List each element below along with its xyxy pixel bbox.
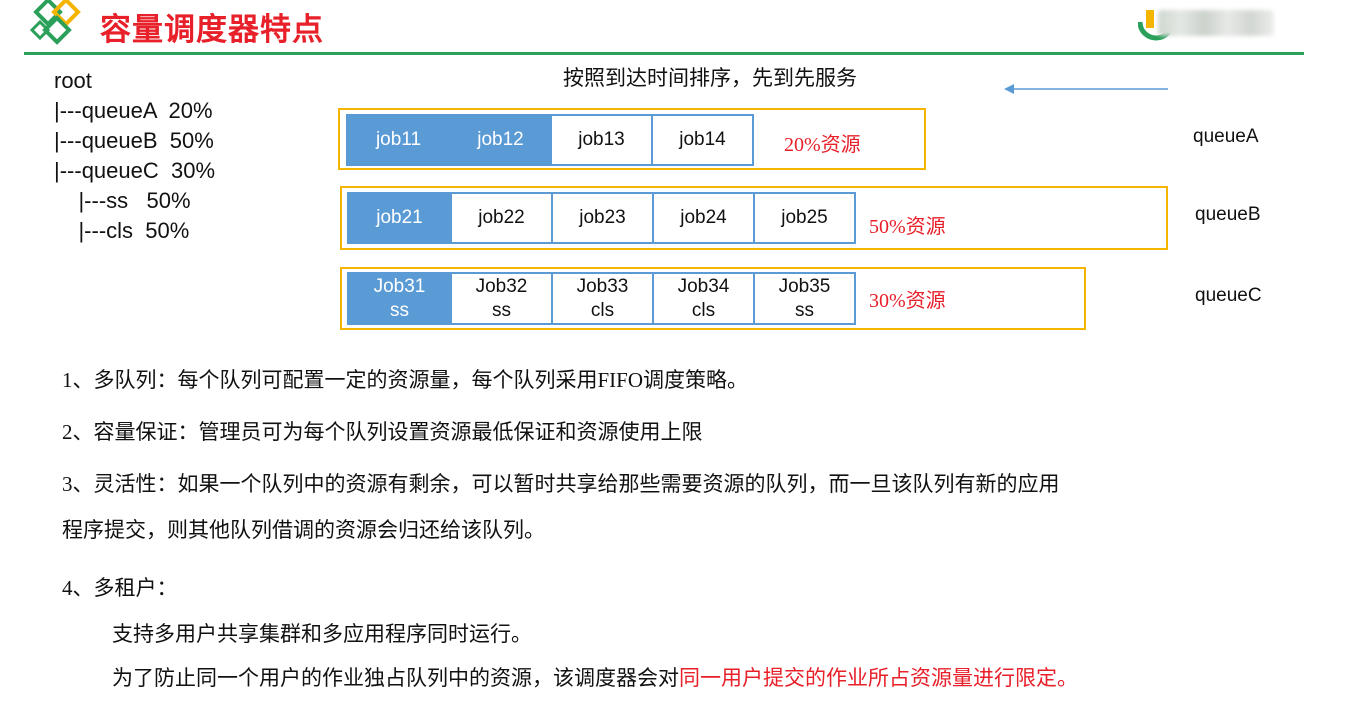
job-cell: job12 [449,116,550,164]
job-cell: job25 [753,194,854,242]
queue-c-label: queueC [1195,285,1262,306]
job-cell: job24 [652,194,753,242]
point-number: 2、 [62,420,94,444]
job-queue: ss [492,299,511,321]
job-name: job11 [375,129,422,150]
diamond-logo-icon [29,0,81,45]
job-cell: Job33 cls [551,274,652,323]
feature-point-4-sub1: 支持多用户共享集群和多应用程序同时运行。 [112,622,532,646]
left-arrow-icon [1004,84,1168,94]
queue-a-resource: 20%资源 [784,134,861,156]
brand-text-blurred [1158,10,1274,36]
job-cell: job14 [651,116,752,164]
tree-line-cls: |---cls 50% [54,218,190,243]
job-name: job21 [376,207,423,228]
job-name: job12 [477,129,524,150]
job-name: Job33 [576,275,629,297]
queue-b-jobs: job21 job22 job23 job24 job25 [347,192,856,244]
point-text-highlight: 同一用户提交的作业所占资源量进行限定。 [679,666,1078,690]
point-text: 多租户： [93,576,178,600]
job-cell: Job35 ss [753,274,854,323]
job-name: job24 [680,207,727,228]
queue-tree: root |---queueA 20% |---queueB 50% |---q… [54,66,215,246]
point-number: 4、 [62,576,94,600]
job-name: job23 [579,207,626,228]
job-cell: job23 [551,194,652,242]
point-text: 灵活性：如果一个队列中的资源有剩余，可以暂时共享给那些需要资源的队列，而一旦该队… [93,472,1060,496]
queue-c-resource: 30%资源 [869,290,946,312]
job-name: job25 [781,207,828,228]
arrival-order-caption: 按照到达时间排序，先到先服务 [563,66,857,90]
job-name: Job34 [677,275,730,297]
job-name: Job35 [778,275,831,297]
job-name: Job31 [373,275,426,297]
queue-b-resource: 50%资源 [869,216,946,238]
feature-point-1: 1、多队列：每个队列可配置一定的资源量，每个队列采用FIFO调度策略。 [62,364,748,394]
page-title: 容量调度器特点 [100,12,324,48]
job-name: job14 [679,129,726,150]
point-number: 3、 [62,472,94,496]
queue-b-label: queueB [1195,204,1261,225]
feature-point-3-cont: 程序提交，则其他队列借调的资源会归还给该队列。 [62,518,545,542]
tree-line-queueA: |---queueA 20% [54,98,213,123]
job-queue: ss [795,299,814,321]
job-cell: job21 [349,194,450,242]
queue-a-label: queueA [1193,126,1259,147]
queue-a-jobs: job11 job12 job13 job14 [346,114,754,166]
tree-line-root: root [54,68,92,93]
tree-line-queueB: |---queueB 50% [54,128,214,153]
job-queue: ss [390,299,409,321]
feature-point-2: 2、容量保证：管理员可为每个队列设置资源最低保证和资源使用上限 [62,416,703,446]
job-cell: Job31 ss [349,274,450,323]
job-cell: Job32 ss [450,274,551,323]
feature-point-4: 4、多租户： [62,572,178,602]
point-text: 调度策略。 [643,368,749,392]
job-name: job22 [478,207,525,228]
job-queue: cls [590,299,615,321]
job-name: Job32 [475,275,528,297]
job-cell: job22 [450,194,551,242]
tree-line-queueC: |---queueC 30% [54,158,216,183]
job-queue: cls [691,299,716,321]
feature-point-4-sub2: 为了防止同一个用户的作业独占队列中的资源，该调度器会对同一用户提交的作业所占资源… [112,662,1078,692]
point-text: 容量保证：管理员可为每个队列设置资源最低保证和资源使用上限 [93,420,703,444]
job-name: job13 [578,129,625,150]
point-text: 为了防止同一个用户的作业独占队列中的资源，该调度器会对 [112,666,679,690]
job-cell: job11 [348,116,449,164]
header-divider [24,52,1304,55]
feature-point-3: 3、灵活性：如果一个队列中的资源有剩余，可以暂时共享给那些需要资源的队列，而一旦… [62,468,1060,498]
job-cell: job13 [550,116,651,164]
queue-c-jobs: Job31 ss Job32 ss Job33 cls Job34 cls Job35 s… [347,272,856,325]
point-fifo: FIFO [597,368,644,392]
job-cell: Job34 cls [652,274,753,323]
tree-line-ss: |---ss 50% [54,188,191,213]
point-text: 多队列：每个队列可配置一定的资源量，每个队列采用 [93,368,598,392]
point-number: 1、 [62,368,94,392]
